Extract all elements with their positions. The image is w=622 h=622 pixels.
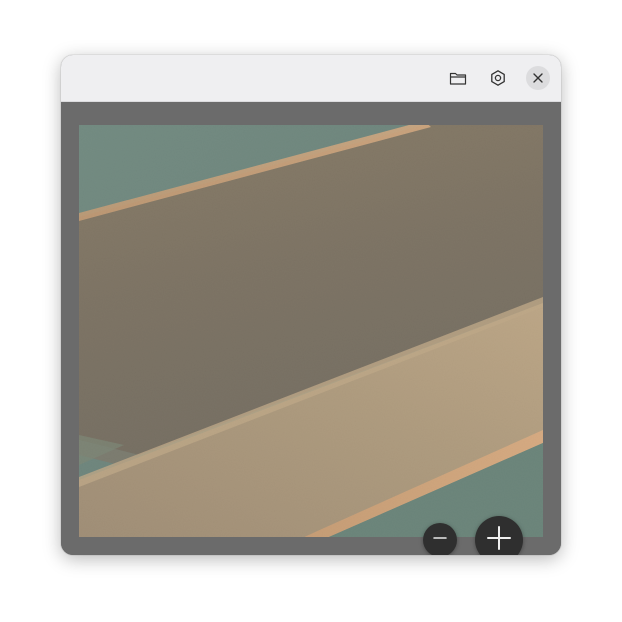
open-folder-button[interactable] <box>446 66 470 90</box>
displayed-image <box>79 125 543 537</box>
image-viewer-window <box>61 55 561 555</box>
minus-icon <box>432 530 448 551</box>
zoom-out-button[interactable] <box>423 523 457 555</box>
plus-icon <box>486 525 512 556</box>
close-button[interactable] <box>526 66 550 90</box>
settings-button[interactable] <box>486 66 510 90</box>
titlebar <box>61 55 561 102</box>
folder-icon <box>449 70 467 86</box>
image-canvas[interactable] <box>61 102 561 555</box>
close-icon <box>532 72 544 84</box>
gear-icon <box>489 69 507 87</box>
